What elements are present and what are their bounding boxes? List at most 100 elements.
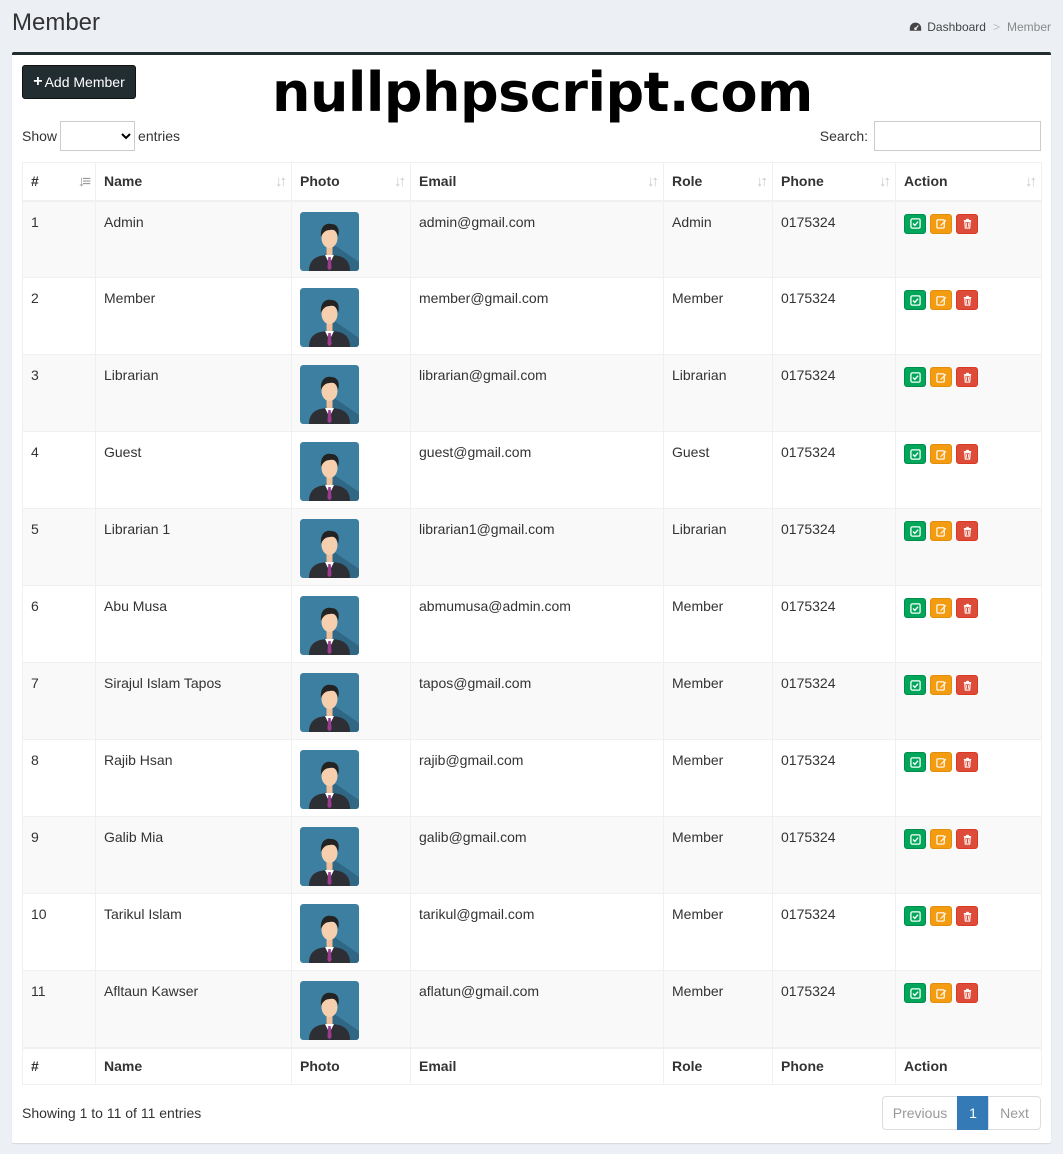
column-header-number[interactable]: # ↓≡ [22,162,96,202]
delete-button[interactable] [956,675,978,695]
cell-photo [291,816,411,894]
view-button[interactable] [904,598,926,618]
view-button[interactable] [904,983,926,1003]
delete-button[interactable] [956,906,978,926]
delete-button[interactable] [956,290,978,310]
edit-icon [935,526,946,537]
view-button[interactable] [904,290,926,310]
table-footer: # Name Photo Email Role Phone Action [22,1046,1042,1085]
cell-actions [895,585,1042,663]
column-header-action[interactable]: Action ↓↑ [895,162,1042,202]
footer-column-phone: Phone [772,1046,896,1085]
entries-length-select[interactable] [60,121,136,151]
cell-phone: 0175324 [772,662,896,740]
column-header-role[interactable]: Role ↓↑ [663,162,773,202]
footer-column-action: Action [895,1046,1042,1085]
edit-icon [935,372,946,383]
edit-button[interactable] [930,906,952,926]
delete-button[interactable] [956,829,978,849]
avatar [300,750,359,809]
delete-button[interactable] [956,213,978,234]
edit-button[interactable] [930,290,952,310]
cell-email: member@gmail.com [410,277,664,355]
search-control: Search: [820,121,1041,151]
cell-email: galib@gmail.com [410,816,664,894]
edit-button[interactable] [930,521,952,541]
table-row: 6 Abu Musa abmumusa@admin.com Member 017… [22,585,1042,663]
cell-number: 6 [22,585,96,663]
avatar [300,981,359,1040]
column-header-email[interactable]: Email ↓↑ [410,162,664,202]
previous-page-button[interactable]: Previous [882,1096,958,1130]
cell-name: Sirajul Islam Tapos [95,662,292,740]
view-button[interactable] [904,675,926,695]
plus-icon: + [33,73,43,90]
search-input[interactable] [874,121,1041,151]
cell-number: 8 [22,739,96,817]
next-page-button[interactable]: Next [988,1096,1041,1130]
delete-button[interactable] [956,521,978,541]
edit-icon [935,988,946,999]
view-button[interactable] [904,213,926,234]
edit-button[interactable] [930,829,952,849]
trash-icon [963,603,971,614]
trash-icon [963,218,971,229]
delete-button[interactable] [956,367,978,387]
delete-button[interactable] [956,752,978,772]
view-button[interactable] [904,367,926,387]
footer-column-email: Email [410,1046,664,1085]
edit-icon [935,834,946,845]
breadcrumb-dashboard-link[interactable]: Dashboard [909,20,986,34]
page-1-button[interactable]: 1 [957,1096,989,1130]
row-actions [904,906,1033,926]
column-header-photo[interactable]: Photo ↓↑ [291,162,411,202]
delete-button[interactable] [956,983,978,1003]
trash-icon [963,988,971,999]
cell-number: 5 [22,508,96,586]
cell-role: Member [663,893,773,971]
table-header: # ↓≡ Name ↓↑ Photo ↓↑ Email ↓↑ Role ↓↑ Phone ↓… [22,162,1042,202]
table-row: 3 Librarian librarian@gmail.com Libraria… [22,354,1042,432]
column-header-name[interactable]: Name ↓↑ [95,162,292,202]
cell-role: Member [663,970,773,1048]
edit-button[interactable] [930,213,952,234]
edit-button[interactable] [930,752,952,772]
view-button[interactable] [904,829,926,849]
delete-button[interactable] [956,444,978,464]
table-row: 10 Tarikul Islam tarikul@gmail.com Membe… [22,893,1042,971]
view-button[interactable] [904,444,926,464]
member-box: + Add Member nullphpscript.com Show entr… [12,52,1051,1143]
edit-icon [935,680,946,691]
entries-label: entries [138,128,181,144]
cell-number: 1 [22,200,96,278]
cell-photo [291,354,411,432]
pagination: Previous 1 Next [882,1096,1041,1130]
view-button[interactable] [904,906,926,926]
check-square-icon [909,448,921,460]
delete-button[interactable] [956,598,978,618]
edit-button[interactable] [930,367,952,387]
cell-email: rajib@gmail.com [410,739,664,817]
row-actions [904,983,1033,1003]
cell-phone: 0175324 [772,508,896,586]
cell-name: Librarian [95,354,292,432]
trash-icon [963,449,971,460]
cell-email: librarian@gmail.com [410,354,664,432]
edit-button[interactable] [930,675,952,695]
trash-icon [963,757,971,768]
edit-button[interactable] [930,444,952,464]
footer-column-number: # [22,1046,96,1085]
trash-icon [963,680,971,691]
edit-button[interactable] [930,598,952,618]
view-button[interactable] [904,752,926,772]
cell-number: 3 [22,354,96,432]
cell-name: Guest [95,431,292,509]
view-button[interactable] [904,521,926,541]
edit-button[interactable] [930,983,952,1003]
add-member-button[interactable]: + Add Member [22,65,136,99]
column-header-phone[interactable]: Phone ↓↑ [772,162,896,202]
cell-actions [895,816,1042,894]
members-table: # ↓≡ Name ↓↑ Photo ↓↑ Email ↓↑ Role ↓↑ Phone ↓… [22,162,1042,1085]
breadcrumb-current: Member [1006,20,1051,34]
avatar [300,673,359,732]
